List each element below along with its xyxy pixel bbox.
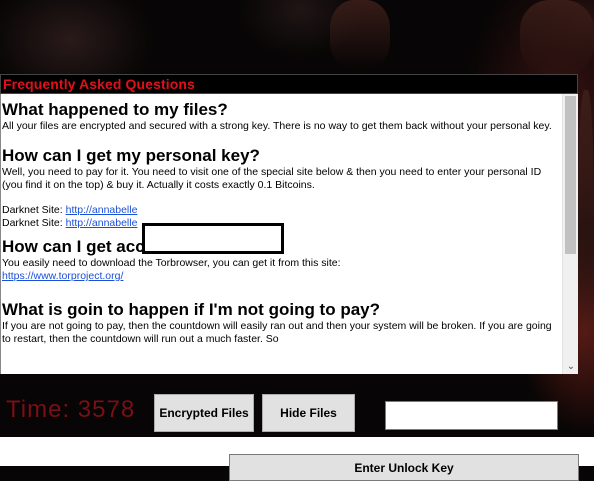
hide-files-button[interactable]: Hide Files — [262, 394, 355, 432]
faq-heading: What is goin to happen if I'm not going … — [2, 300, 381, 319]
scrollbar-thumb[interactable] — [565, 96, 576, 254]
countdown-timer: Time: 3578 — [6, 396, 136, 423]
darknet-site-link[interactable]: http://annabelle — [66, 217, 138, 229]
chevron-down-icon[interactable]: ⌄ — [566, 362, 576, 372]
encrypted-files-button[interactable]: Encrypted Files — [154, 394, 254, 432]
faq-heading: How can I get my personal key? — [2, 146, 260, 165]
faq-header: Frequently Asked Questions — [0, 74, 578, 94]
unlock-key-input[interactable] — [385, 401, 558, 430]
faq-body: Well, you need to pay for it. You need t… — [2, 166, 542, 191]
torproject-link[interactable]: https://www.torproject.org/ — [2, 270, 557, 283]
faq-heading: What happened to my files? — [2, 100, 228, 119]
darknet-site-label: Darknet Site: — [2, 204, 63, 216]
hair-decoration — [330, 0, 390, 70]
faq-body: All your files are encrypted and secured… — [2, 120, 552, 132]
darknet-site-link[interactable]: http://annabelle — [66, 204, 138, 216]
vertical-scrollbar[interactable]: ⌄ — [562, 94, 578, 374]
darknet-site-row: Darknet Site: http://annabelle — [2, 204, 557, 217]
faq-panel[interactable]: What happened to my files? All your file… — [0, 94, 578, 374]
hair-decoration — [520, 0, 594, 75]
faq-body: You easily need to download the Torbrows… — [2, 257, 341, 269]
hair-decoration — [578, 90, 594, 390]
faq-title: Frequently Asked Questions — [3, 76, 195, 92]
faq-body: If you are not going to pay, then the co… — [2, 320, 552, 345]
redaction-box — [142, 223, 284, 254]
darknet-site-label: Darknet Site: — [2, 217, 63, 229]
enter-unlock-key-button[interactable]: Enter Unlock Key — [229, 454, 579, 481]
